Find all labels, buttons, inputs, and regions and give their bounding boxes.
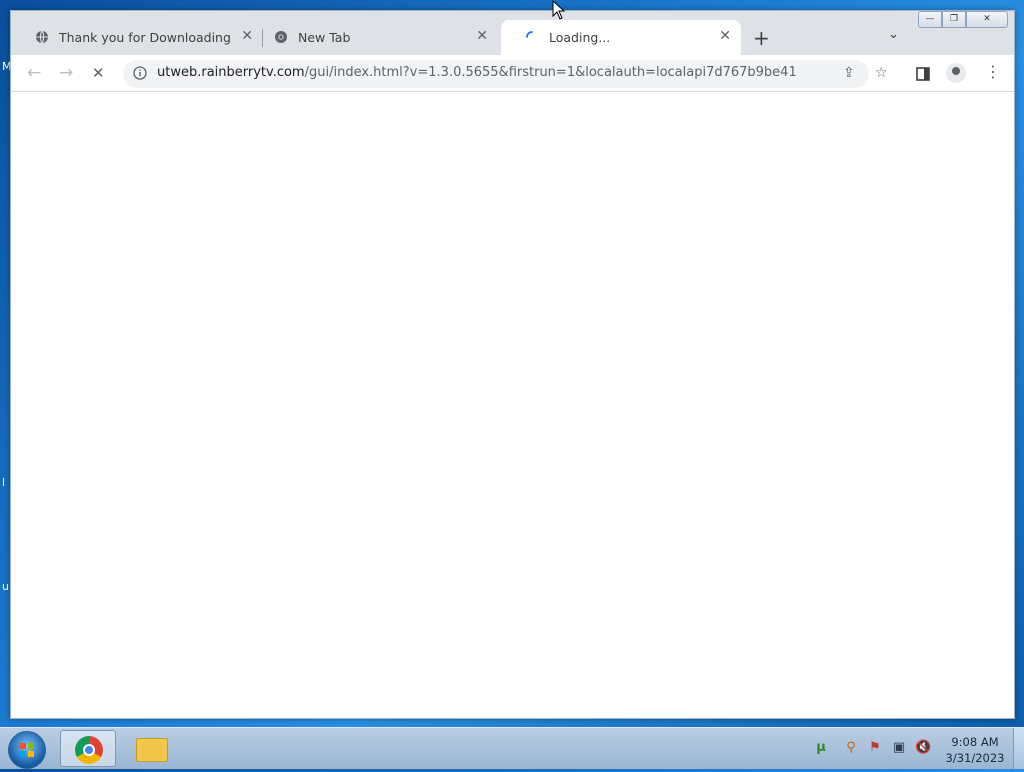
minimize-button[interactable]: — — [918, 11, 942, 28]
tab-label: Loading... — [549, 30, 611, 45]
tab-label: New Tab — [298, 30, 351, 45]
taskbar-chrome-button[interactable] — [60, 730, 116, 767]
search-tray-icon[interactable]: ⚲ — [843, 740, 859, 756]
menu-kebab-icon[interactable]: ⋮ — [985, 62, 1001, 81]
profile-avatar[interactable] — [946, 63, 966, 83]
clock-date: 3/31/2023 — [945, 751, 1005, 765]
site-info-icon[interactable] — [133, 66, 147, 80]
close-window-button[interactable]: ✕ — [966, 11, 1008, 28]
action-center-flag-icon[interactable]: ⚑ — [867, 740, 883, 756]
show-desktop-button[interactable] — [1013, 728, 1024, 769]
tab-label: Thank you for Downloading µTorrent — [59, 30, 231, 45]
bookmark-star-icon[interactable]: ☆ — [875, 65, 888, 81]
page-content — [11, 92, 1014, 718]
tab-loading[interactable]: Loading... ✕ — [501, 20, 741, 55]
network-icon[interactable]: ▣ — [891, 740, 907, 756]
tab-search-button[interactable]: ⌄ — [888, 27, 899, 42]
new-tab-button[interactable]: + — [753, 26, 770, 50]
mouse-cursor-icon — [552, 0, 566, 20]
browser-toolbar: ← → ✕ utweb.rainberrytv.com/gui/index.ht… — [11, 55, 1014, 92]
url-host: utweb.rainberrytv.com — [157, 65, 305, 80]
back-button[interactable]: ← — [27, 63, 41, 83]
browser-window: Thank you for Downloading µTorrent ✕ New… — [10, 10, 1015, 719]
taskbar-clock[interactable]: 9:08 AM 3/31/2023 — [944, 734, 1006, 766]
address-bar[interactable]: utweb.rainberrytv.com/gui/index.html?v=1… — [123, 60, 888, 88]
start-button[interactable] — [8, 731, 46, 769]
volume-muted-icon[interactable]: 🔇 — [915, 740, 931, 756]
side-panel-icon[interactable] — [916, 67, 930, 81]
windows-logo-icon — [20, 743, 34, 757]
forward-button[interactable]: → — [59, 63, 73, 83]
url-path: /gui/index.html?v=1.3.0.5655&firstrun=1&… — [304, 65, 797, 80]
url-text[interactable]: utweb.rainberrytv.com/gui/index.html?v=1… — [157, 65, 797, 80]
taskbar-explorer-button[interactable] — [122, 730, 178, 767]
chrome-icon — [275, 31, 287, 43]
globe-icon — [36, 30, 48, 44]
tab-new-tab[interactable]: New Tab ✕ — [250, 20, 498, 55]
desktop-icon-label: l — [2, 476, 6, 489]
tab-strip: Thank you for Downloading µTorrent ✕ New… — [11, 11, 1014, 55]
clock-time: 9:08 AM — [951, 735, 999, 749]
restore-button[interactable]: ❐ — [942, 11, 966, 28]
close-tab-icon[interactable]: ✕ — [719, 28, 731, 44]
share-icon[interactable]: ⇪ — [843, 65, 855, 81]
chrome-icon — [75, 736, 103, 764]
tab-thank-you[interactable]: Thank you for Downloading µTorrent ✕ — [11, 20, 263, 55]
close-tab-icon[interactable]: ✕ — [476, 28, 488, 44]
folder-icon — [136, 738, 168, 762]
utorrent-tray-icon[interactable]: µ — [813, 740, 829, 756]
stop-loading-button[interactable]: ✕ — [92, 64, 105, 82]
taskbar: µ ⚲ ⚑ ▣ 🔇 9:08 AM 3/31/2023 — [0, 727, 1024, 769]
loading-spinner-icon — [526, 31, 533, 38]
desktop-icon-label: u — [2, 580, 9, 593]
